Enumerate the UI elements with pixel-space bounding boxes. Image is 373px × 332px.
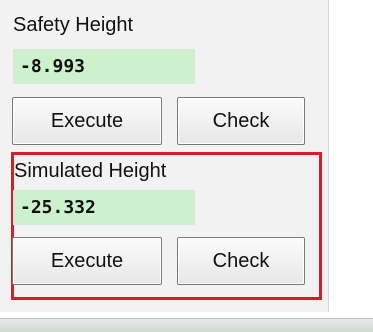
panel-divider — [328, 0, 329, 312]
simulated-check-button[interactable]: Check — [177, 237, 305, 285]
safety-check-button[interactable]: Check — [177, 97, 305, 145]
status-strip — [0, 318, 373, 332]
simulated-height-label: Simulated Height — [14, 160, 167, 182]
safety-execute-button[interactable]: Execute — [12, 97, 162, 145]
safety-height-label: Safety Height — [13, 14, 134, 36]
simulated-execute-button[interactable]: Execute — [12, 237, 162, 285]
simulated-height-value-field[interactable]: -25.332 — [13, 190, 195, 225]
safety-height-value-field[interactable]: -8.993 — [13, 49, 195, 84]
